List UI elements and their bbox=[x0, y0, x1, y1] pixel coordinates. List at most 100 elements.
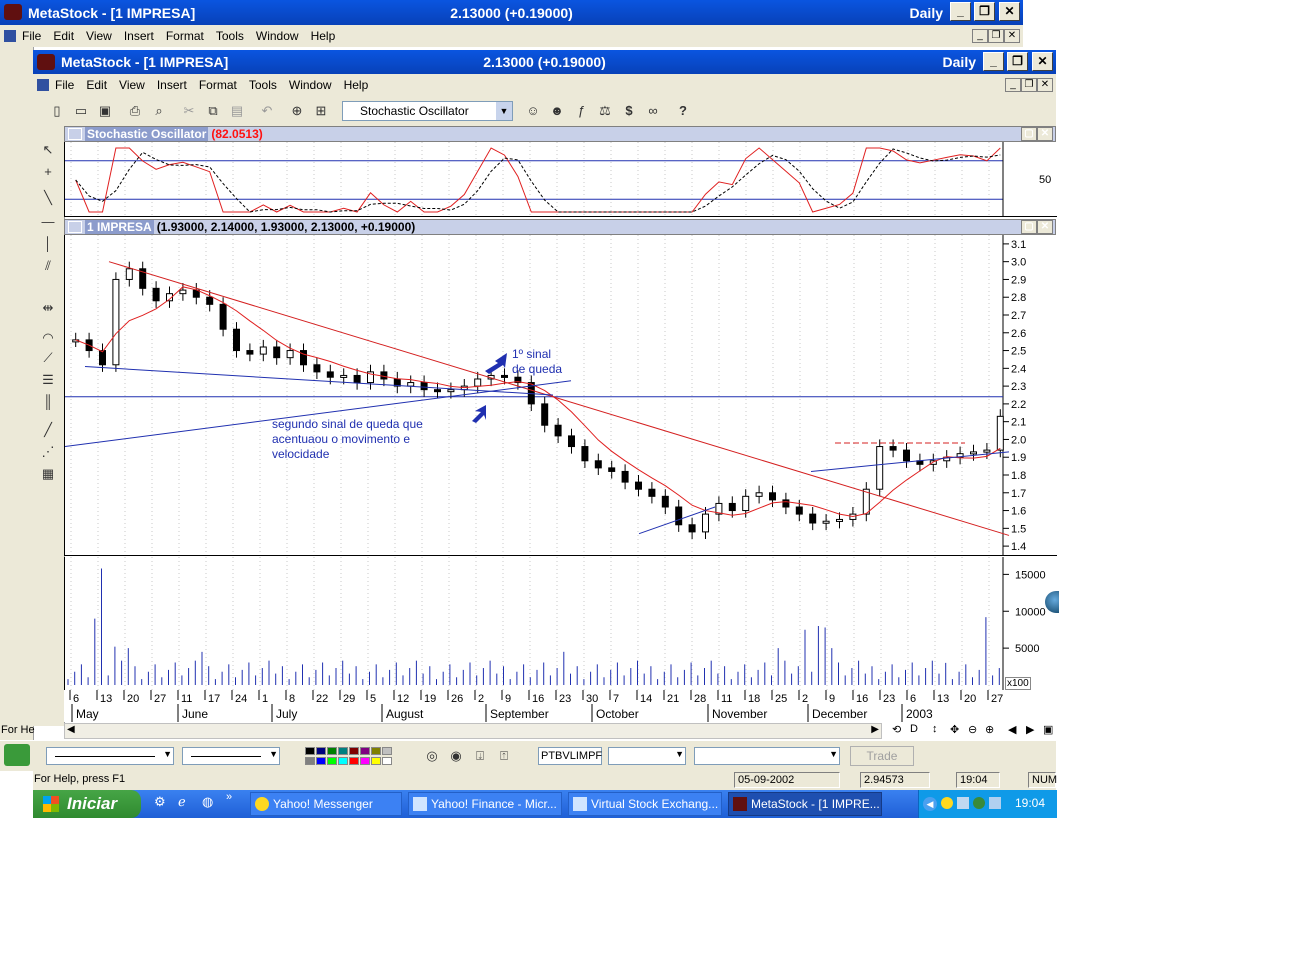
web2-icon[interactable]: ◉ bbox=[446, 746, 466, 766]
inner-menu-file[interactable]: File bbox=[49, 78, 80, 92]
line-weight-chevron-icon[interactable]: ▼ bbox=[269, 749, 278, 759]
inner-mdi-minimize[interactable]: _ bbox=[1005, 78, 1021, 92]
zoom-out-icon[interactable]: ⊖ bbox=[968, 723, 977, 736]
cross-tool-icon[interactable]: + bbox=[38, 162, 58, 182]
stochastic-pane[interactable]: 50 bbox=[64, 142, 1057, 217]
pan-icon[interactable]: ✥ bbox=[950, 723, 959, 736]
palette-swatch[interactable] bbox=[371, 757, 381, 765]
stochastic-pane-maximize[interactable]: ▢ bbox=[1021, 127, 1037, 141]
inner-menu-view[interactable]: View bbox=[113, 78, 151, 92]
palette-swatch[interactable] bbox=[327, 757, 337, 765]
outer-menu-edit[interactable]: Edit bbox=[47, 29, 80, 43]
inner-menu-tools[interactable]: Tools bbox=[243, 78, 283, 92]
inner-mdi-restore[interactable]: ❐ bbox=[1021, 78, 1037, 92]
stochastic-pane-close[interactable]: ✕ bbox=[1037, 127, 1053, 141]
inner-menu-help[interactable]: Help bbox=[338, 78, 375, 92]
scroll-right-icon[interactable]: ▶ bbox=[871, 724, 879, 735]
volume-pane[interactable]: 15000 10000 5000 x100 bbox=[64, 557, 1059, 690]
outer-menu-tools[interactable]: Tools bbox=[210, 29, 250, 43]
account-select[interactable]: ▼ bbox=[694, 747, 840, 765]
palette-swatch[interactable] bbox=[360, 747, 370, 755]
tray-messenger-icon[interactable] bbox=[941, 797, 953, 809]
palette-swatch[interactable] bbox=[349, 747, 359, 755]
cycle-tool-icon[interactable]: ⇹ bbox=[38, 298, 58, 318]
inner-restore-button[interactable]: ❐ bbox=[1007, 52, 1028, 71]
palette-swatch[interactable] bbox=[360, 757, 370, 765]
price-pane-close[interactable]: ✕ bbox=[1037, 220, 1053, 234]
chevron-down-icon[interactable]: ▼ bbox=[496, 102, 512, 120]
outer-mdi-close[interactable]: ✕ bbox=[1004, 29, 1020, 43]
close-button[interactable]: ✕ bbox=[999, 2, 1020, 21]
palette-swatch[interactable] bbox=[382, 757, 392, 765]
explorer-icon[interactable]: ☻ bbox=[547, 101, 567, 121]
palette-swatch[interactable] bbox=[305, 747, 315, 755]
quick-launch-network-icon[interactable]: ⚙ bbox=[154, 794, 166, 810]
quick-launch-ie-icon[interactable]: ℯ bbox=[178, 794, 186, 810]
open-icon[interactable]: ▭ bbox=[71, 101, 91, 121]
gann-fan-tool-icon[interactable]: ⋰ bbox=[38, 442, 58, 462]
inner-mdi-close[interactable]: ✕ bbox=[1037, 78, 1053, 92]
prev-icon[interactable]: ◀ bbox=[1008, 723, 1016, 736]
retracement-tool-icon[interactable]: ☰ bbox=[38, 370, 58, 390]
arc-tool-icon[interactable]: ◠ bbox=[38, 328, 58, 348]
trade-button[interactable]: Trade bbox=[850, 746, 914, 766]
window-icon[interactable]: ▣ bbox=[1043, 723, 1053, 736]
copy-icon[interactable]: ⧉ bbox=[203, 101, 223, 121]
outer-mdi-restore[interactable]: ❐ bbox=[988, 29, 1004, 43]
print-preview-icon[interactable]: ⌕ bbox=[149, 101, 169, 121]
inner-menu-format[interactable]: Format bbox=[193, 78, 243, 92]
price-pane-maximize[interactable]: ▢ bbox=[1021, 220, 1037, 234]
speed-line-tool-icon[interactable]: ╱ bbox=[38, 420, 58, 440]
start-mini-icon[interactable] bbox=[4, 744, 30, 766]
vertical-line-tool-icon[interactable]: │ bbox=[38, 234, 58, 254]
taskbar-item-virtual-stock[interactable]: Virtual Stock Exchang... bbox=[568, 792, 722, 816]
fan-tool-icon[interactable]: ⟋ bbox=[38, 348, 58, 368]
help-pointer-icon[interactable]: ? bbox=[673, 101, 693, 121]
color-palette[interactable] bbox=[305, 747, 399, 767]
import-icon[interactable]: ⍗ bbox=[470, 746, 490, 766]
scroll-left-icon[interactable]: ◀ bbox=[67, 724, 75, 735]
save-icon[interactable]: ▣ bbox=[95, 101, 115, 121]
inner-menu-edit[interactable]: Edit bbox=[80, 78, 113, 92]
paste-icon[interactable]: ▤ bbox=[227, 101, 247, 121]
undo-icon[interactable]: ↶ bbox=[257, 101, 277, 121]
pointer-tool-icon[interactable]: ↖ bbox=[38, 140, 58, 160]
taskbar-item-metastock[interactable]: MetaStock - [1 IMPRE... bbox=[728, 792, 882, 816]
inner-minimize-button[interactable]: _ bbox=[983, 52, 1004, 71]
symbol-field[interactable]: PTBVLIMPF bbox=[538, 747, 602, 765]
cut-icon[interactable]: ✂ bbox=[179, 101, 199, 121]
zoom-in-icon[interactable]: ⊕ bbox=[985, 723, 994, 736]
palette-swatch[interactable] bbox=[305, 757, 315, 765]
line-style-select[interactable]: ▼ bbox=[46, 747, 174, 765]
palette-swatch[interactable] bbox=[338, 747, 348, 755]
taskbar-item-yahoo-messenger[interactable]: Yahoo! Messenger bbox=[250, 792, 402, 816]
line-weight-select[interactable]: ▼ bbox=[182, 747, 280, 765]
tray-expand-icon[interactable]: ◀ bbox=[923, 797, 937, 811]
horizontal-line-tool-icon[interactable]: — bbox=[38, 212, 58, 232]
tray-clock[interactable]: 19:04 bbox=[1015, 796, 1045, 810]
outer-menu-view[interactable]: View bbox=[80, 29, 118, 43]
outer-menu-file[interactable]: File bbox=[16, 29, 47, 43]
tray-globe-icon[interactable] bbox=[973, 797, 985, 809]
lines-tool-icon[interactable]: ║ bbox=[38, 392, 58, 412]
taskbar-item-yahoo-finance[interactable]: Yahoo! Finance - Micr... bbox=[408, 792, 562, 816]
binoculars-icon[interactable]: ∞ bbox=[643, 101, 663, 121]
trendline-tool-icon[interactable]: ╲ bbox=[38, 188, 58, 208]
inner-menu-window[interactable]: Window bbox=[283, 78, 338, 92]
start-button[interactable]: Iniciar bbox=[33, 790, 141, 818]
dollar-icon[interactable]: $ bbox=[619, 101, 639, 121]
outer-menu-help[interactable]: Help bbox=[305, 29, 342, 43]
quick-launch-more-icon[interactable]: » bbox=[226, 791, 232, 803]
palette-swatch[interactable] bbox=[349, 757, 359, 765]
palette-swatch[interactable] bbox=[371, 747, 381, 755]
vertical-scale-icon[interactable]: ↕ bbox=[932, 723, 938, 735]
exchange-select[interactable]: ▼ bbox=[608, 747, 686, 765]
indicator-select[interactable]: Stochastic Oscillator ▼ bbox=[342, 101, 513, 121]
web-icon[interactable]: ◎ bbox=[422, 746, 442, 766]
refresh-icon[interactable]: ⟲ bbox=[892, 723, 901, 736]
channel-tool-icon[interactable]: ⫽ bbox=[38, 256, 58, 276]
new-icon[interactable]: ▯ bbox=[47, 101, 67, 121]
quick-launch-browser-icon[interactable]: ◍ bbox=[202, 794, 213, 810]
zoom-icon[interactable]: ⊞ bbox=[311, 101, 331, 121]
inner-menu-insert[interactable]: Insert bbox=[151, 78, 193, 92]
